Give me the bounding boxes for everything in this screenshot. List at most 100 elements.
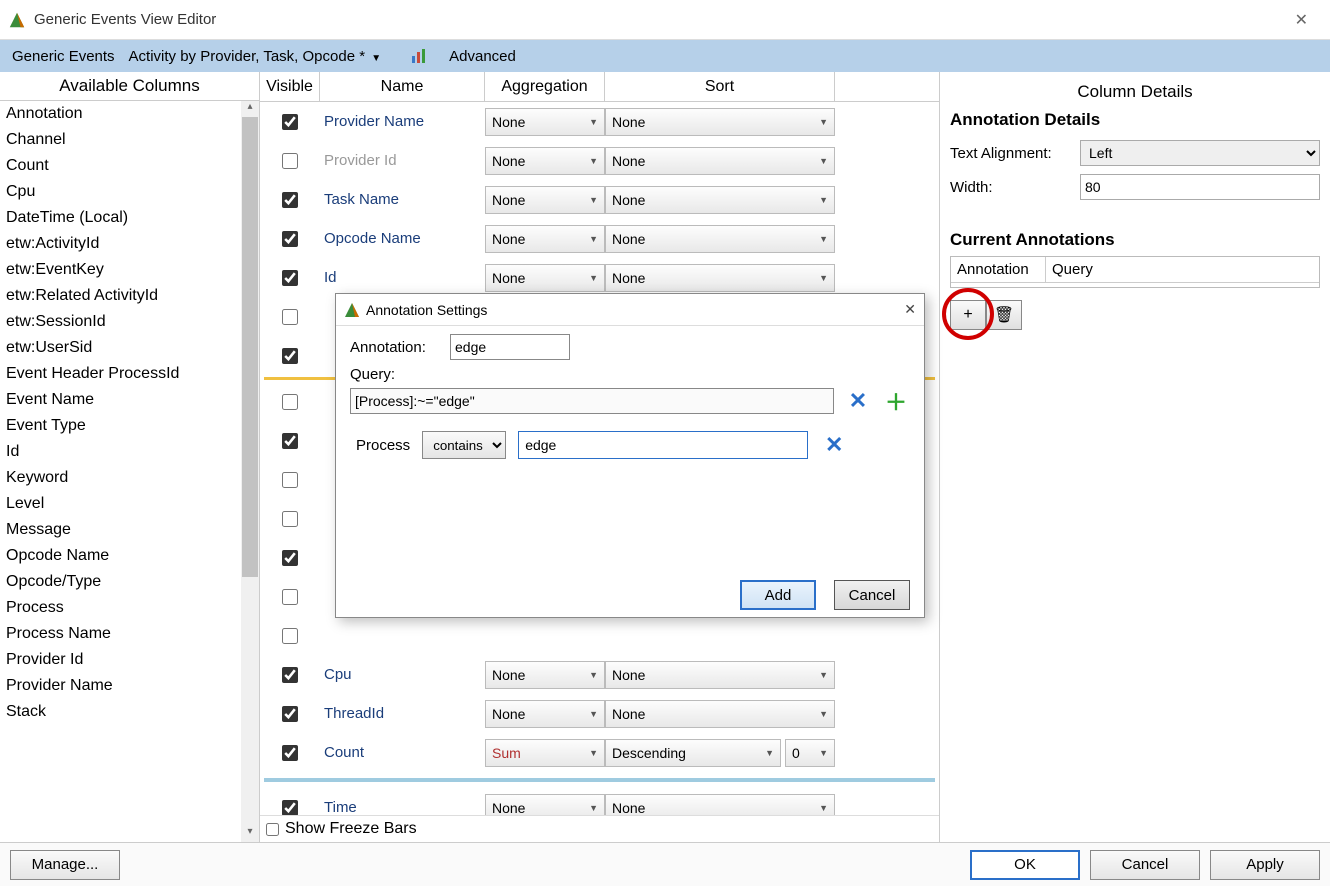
delete-annotation-button[interactable]: 🗑: [986, 300, 1022, 330]
combo[interactable]: 0▼: [785, 739, 835, 767]
available-column-item[interactable]: Process Name: [6, 621, 241, 647]
visible-checkbox[interactable]: [282, 706, 298, 722]
scroll-down-icon[interactable]: ▾: [241, 826, 259, 842]
available-column-item[interactable]: Process: [6, 595, 241, 621]
show-freeze-bars-checkbox[interactable]: [266, 823, 279, 836]
scroll-up-icon[interactable]: ▴: [241, 101, 259, 117]
annot-col-annotation[interactable]: Annotation: [951, 257, 1046, 282]
visible-checkbox[interactable]: [282, 153, 298, 169]
ok-button[interactable]: OK: [970, 850, 1080, 880]
column-name-cell[interactable]: ThreadId: [320, 705, 485, 722]
close-icon[interactable]: ✕: [1281, 4, 1322, 36]
available-column-item[interactable]: Opcode Name: [6, 543, 241, 569]
header-visible[interactable]: Visible: [260, 72, 320, 101]
annotation-input[interactable]: [450, 334, 570, 360]
visible-checkbox[interactable]: [282, 800, 298, 816]
available-column-item[interactable]: etw:ActivityId: [6, 231, 241, 257]
dialog-close-icon[interactable]: ✕: [904, 301, 916, 318]
visible-checkbox[interactable]: [282, 472, 298, 488]
cancel-button[interactable]: Cancel: [1090, 850, 1200, 880]
available-column-item[interactable]: Message: [6, 517, 241, 543]
available-column-item[interactable]: etw:EventKey: [6, 257, 241, 283]
manage-button[interactable]: Manage...: [10, 850, 120, 880]
column-name-cell[interactable]: Opcode Name: [320, 230, 485, 247]
visible-checkbox[interactable]: [282, 628, 298, 644]
column-name-cell[interactable]: Cpu: [320, 666, 485, 683]
clear-query-icon[interactable]: ✕: [844, 388, 872, 414]
combo[interactable]: None▼: [605, 108, 835, 136]
combo[interactable]: None▼: [605, 794, 835, 816]
combo[interactable]: None▼: [605, 147, 835, 175]
dialog-add-button[interactable]: Add: [740, 580, 816, 610]
available-column-item[interactable]: Channel: [6, 127, 241, 153]
menu-activity-preset[interactable]: Activity by Provider, Task, Opcode * ▼: [125, 46, 386, 67]
scrollbar[interactable]: ▴ ▾: [241, 101, 259, 842]
combo[interactable]: None▼: [485, 700, 605, 728]
condition-value-input[interactable]: [518, 431, 808, 459]
combo[interactable]: None▼: [485, 661, 605, 689]
available-column-item[interactable]: Keyword: [6, 465, 241, 491]
query-input[interactable]: [350, 388, 834, 414]
available-column-item[interactable]: Provider Name: [6, 673, 241, 699]
visible-checkbox[interactable]: [282, 667, 298, 683]
annot-col-query[interactable]: Query: [1046, 257, 1319, 282]
visible-checkbox[interactable]: [282, 192, 298, 208]
column-name-cell[interactable]: Count: [320, 744, 485, 761]
combo[interactable]: None▼: [485, 264, 605, 292]
column-name-cell[interactable]: Provider Name: [320, 113, 485, 130]
add-condition-icon[interactable]: ＋: [882, 385, 910, 417]
available-column-item[interactable]: etw:SessionId: [6, 309, 241, 335]
combo[interactable]: Sum▼: [485, 739, 605, 767]
combo[interactable]: None▼: [605, 225, 835, 253]
column-name-cell[interactable]: Provider Id: [320, 152, 485, 169]
available-column-item[interactable]: DateTime (Local): [6, 205, 241, 231]
visible-checkbox[interactable]: [282, 433, 298, 449]
available-column-item[interactable]: Level: [6, 491, 241, 517]
column-name-cell[interactable]: Id: [320, 269, 485, 286]
visible-checkbox[interactable]: [282, 270, 298, 286]
visible-checkbox[interactable]: [282, 348, 298, 364]
menu-advanced[interactable]: Advanced: [445, 46, 520, 67]
visible-checkbox[interactable]: [282, 550, 298, 566]
combo[interactable]: Descending▼: [605, 739, 781, 767]
visible-checkbox[interactable]: [282, 231, 298, 247]
available-column-item[interactable]: etw:UserSid: [6, 335, 241, 361]
combo[interactable]: None▼: [485, 147, 605, 175]
add-annotation-button[interactable]: +: [950, 300, 986, 330]
column-name-cell[interactable]: Task Name: [320, 191, 485, 208]
visible-checkbox[interactable]: [282, 309, 298, 325]
available-column-item[interactable]: Annotation: [6, 101, 241, 127]
condition-operator-select[interactable]: contains: [422, 431, 506, 459]
dialog-cancel-button[interactable]: Cancel: [834, 580, 910, 610]
available-column-item[interactable]: Event Type: [6, 413, 241, 439]
combo[interactable]: None▼: [485, 225, 605, 253]
header-aggregation[interactable]: Aggregation: [485, 72, 605, 101]
available-column-item[interactable]: Stack: [6, 699, 241, 725]
available-columns-list[interactable]: AnnotationChannelCountCpuDateTime (Local…: [0, 101, 241, 842]
available-column-item[interactable]: Event Header ProcessId: [6, 361, 241, 387]
combo[interactable]: None▼: [485, 794, 605, 816]
visible-checkbox[interactable]: [282, 114, 298, 130]
freeze-bar-blue[interactable]: [264, 778, 935, 782]
available-column-item[interactable]: Opcode/Type: [6, 569, 241, 595]
header-sort[interactable]: Sort: [605, 72, 835, 101]
available-column-item[interactable]: Cpu: [6, 179, 241, 205]
column-name-cell[interactable]: Time: [320, 799, 485, 815]
apply-button[interactable]: Apply: [1210, 850, 1320, 880]
visible-checkbox[interactable]: [282, 394, 298, 410]
menu-generic-events[interactable]: Generic Events: [8, 46, 119, 67]
combo[interactable]: None▼: [485, 108, 605, 136]
text-alignment-select[interactable]: Left: [1080, 140, 1320, 166]
width-input[interactable]: [1080, 174, 1320, 200]
available-column-item[interactable]: Provider Id: [6, 647, 241, 673]
combo[interactable]: None▼: [605, 661, 835, 689]
visible-checkbox[interactable]: [282, 511, 298, 527]
header-name[interactable]: Name: [320, 72, 485, 101]
available-column-item[interactable]: Count: [6, 153, 241, 179]
combo[interactable]: None▼: [605, 264, 835, 292]
remove-condition-icon[interactable]: ✕: [820, 432, 848, 458]
scroll-thumb[interactable]: [242, 117, 258, 577]
visible-checkbox[interactable]: [282, 589, 298, 605]
visible-checkbox[interactable]: [282, 745, 298, 761]
combo[interactable]: None▼: [605, 700, 835, 728]
